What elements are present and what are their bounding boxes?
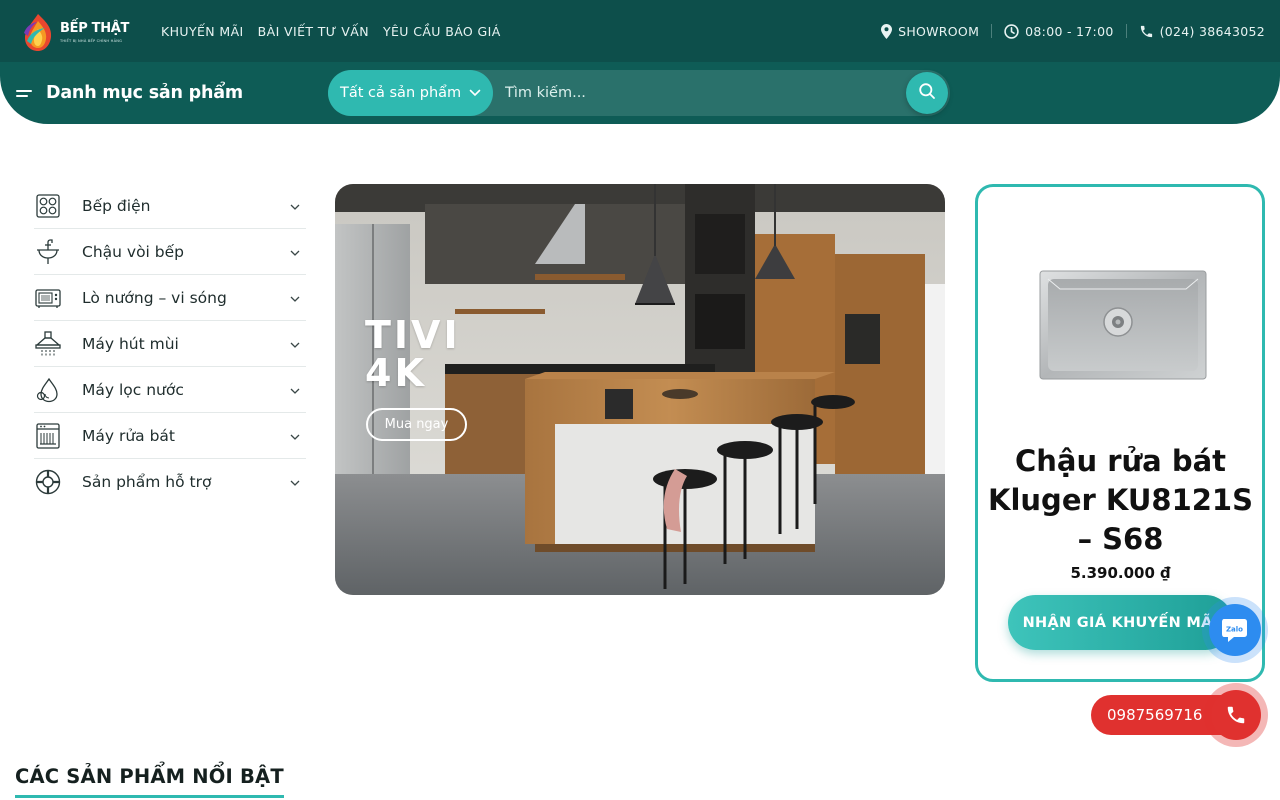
sidebar-item-oven-microwave[interactable]: Lò nướng – vi sóng: [34, 275, 306, 321]
product-image[interactable]: [1038, 269, 1208, 381]
sidebar-item-water-purifier[interactable]: Máy lọc nước: [34, 367, 306, 413]
hotline-number: 0987569716: [1107, 706, 1203, 724]
chevron-down-icon[interactable]: [288, 337, 302, 351]
nav-link-quote-request[interactable]: YÊU CẦU BÁO GIÁ: [383, 24, 501, 39]
zalo-icon: Zalo: [1209, 604, 1261, 656]
map-pin-icon: [881, 23, 893, 39]
dishwasher-icon: [34, 422, 62, 450]
phone-icon: [1139, 24, 1154, 39]
category-sidebar: Bếp điện Chậu vòi bếp Lò nướng – vi sóng…: [34, 183, 306, 505]
hours-label: 08:00 - 17:00: [1025, 23, 1114, 39]
faucet-icon: [34, 238, 62, 266]
product-title[interactable]: Chậu rửa bát Kluger KU8121S – S68: [988, 442, 1253, 559]
cooktop-icon: [34, 192, 62, 220]
call-now-button[interactable]: [1204, 683, 1268, 747]
category-search-bar: Danh mục sản phẩm Tất cả sản phẩm: [0, 62, 1280, 124]
category-menu-toggle[interactable]: Danh mục sản phẩm: [16, 62, 243, 124]
logo-name: BẾP THẬT: [60, 20, 130, 36]
sidebar-item-label: Máy hút mùi: [82, 334, 179, 353]
menu-lines-icon: [16, 84, 34, 103]
logo-tagline: THIẾT BỊ NHÀ BẾP CHÍNH HÃNG: [60, 38, 123, 43]
search-category-label: Tất cả sản phẩm: [340, 85, 462, 101]
clock-icon: [1004, 23, 1019, 39]
range-hood-icon: [34, 330, 62, 358]
divider: [991, 24, 993, 38]
banner-title: TIVI 4K: [365, 313, 461, 395]
sidebar-item-label: Chậu vòi bếp: [82, 242, 184, 261]
chevron-down-icon[interactable]: [288, 475, 302, 489]
contact-info: SHOWROOM 08:00 - 17:00 (024) 38643052: [881, 0, 1265, 62]
product-price: 5.390.000 ₫: [1070, 564, 1171, 582]
logo-text: BẾP THẬT THIẾT BỊ NHÀ BẾP CHÍNH HÃNG: [60, 20, 130, 43]
sidebar-item-label: Sản phẩm hỗ trợ: [82, 473, 212, 491]
chevron-down-icon[interactable]: [288, 245, 302, 259]
top-header: BẾP THẬT THIẾT BỊ NHÀ BẾP CHÍNH HÃNG KHU…: [0, 0, 1280, 62]
sidebar-item-label: Lò nướng – vi sóng: [82, 288, 227, 307]
lifebuoy-icon: [34, 468, 62, 496]
sidebar-item-support-products[interactable]: Sản phẩm hỗ trợ: [34, 459, 306, 505]
flame-logo-icon: [18, 11, 58, 53]
phone-call-icon: [1211, 690, 1261, 740]
chevron-down-icon[interactable]: [288, 429, 302, 443]
featured-products-heading: CÁC SẢN PHẨM NỔI BẬT: [15, 765, 284, 798]
site-logo[interactable]: BẾP THẬT THIẾT BỊ NHÀ BẾP CHÍNH HÃNG: [18, 10, 130, 54]
hero-banner[interactable]: TIVI 4K Mua ngay: [335, 184, 945, 595]
banner-buy-now-button[interactable]: Mua ngay: [366, 408, 467, 441]
sidebar-item-label: Máy lọc nước: [82, 380, 184, 399]
opening-hours: 08:00 - 17:00: [1004, 24, 1113, 39]
nav-link-articles[interactable]: BÀI VIẾT TƯ VẤN: [258, 24, 369, 39]
showroom-label: SHOWROOM: [898, 23, 980, 39]
sidebar-item-electric-cooktop[interactable]: Bếp điện: [34, 183, 306, 229]
water-drop-icon: [34, 376, 62, 404]
category-menu-title: Danh mục sản phẩm: [46, 83, 243, 103]
chevron-down-icon: [469, 85, 481, 101]
chevron-down-icon[interactable]: [288, 383, 302, 397]
divider: [1125, 24, 1127, 38]
sidebar-item-range-hood[interactable]: Máy hút mùi: [34, 321, 306, 367]
main-nav: KHUYẾN MÃI BÀI VIẾT TƯ VẤN YÊU CẦU BÁO G…: [161, 0, 501, 62]
chevron-down-icon[interactable]: [288, 199, 302, 213]
showroom-link[interactable]: SHOWROOM: [881, 23, 980, 39]
search-button[interactable]: [906, 72, 948, 114]
microwave-icon: [34, 284, 62, 312]
nav-link-promotions[interactable]: KHUYẾN MÃI: [161, 24, 244, 39]
zalo-chat-button[interactable]: Zalo: [1202, 597, 1268, 663]
search-input[interactable]: [493, 70, 950, 116]
phone-link[interactable]: (024) 38643052: [1139, 24, 1265, 39]
get-promo-price-button[interactable]: NHẬN GIÁ KHUYẾN MÃI: [1008, 595, 1233, 650]
phone-label: (024) 38643052: [1159, 23, 1265, 39]
sidebar-item-sink-faucet[interactable]: Chậu vòi bếp: [34, 229, 306, 275]
sidebar-item-label: Bếp điện: [82, 196, 151, 215]
sidebar-item-dishwasher[interactable]: Máy rửa bát: [34, 413, 306, 459]
search-bar: Tất cả sản phẩm: [328, 70, 950, 116]
chevron-down-icon[interactable]: [288, 291, 302, 305]
search-category-select[interactable]: Tất cả sản phẩm: [328, 70, 493, 116]
sidebar-item-label: Máy rửa bát: [82, 426, 176, 445]
search-icon: [918, 82, 936, 104]
zalo-label: Zalo: [1226, 626, 1243, 634]
